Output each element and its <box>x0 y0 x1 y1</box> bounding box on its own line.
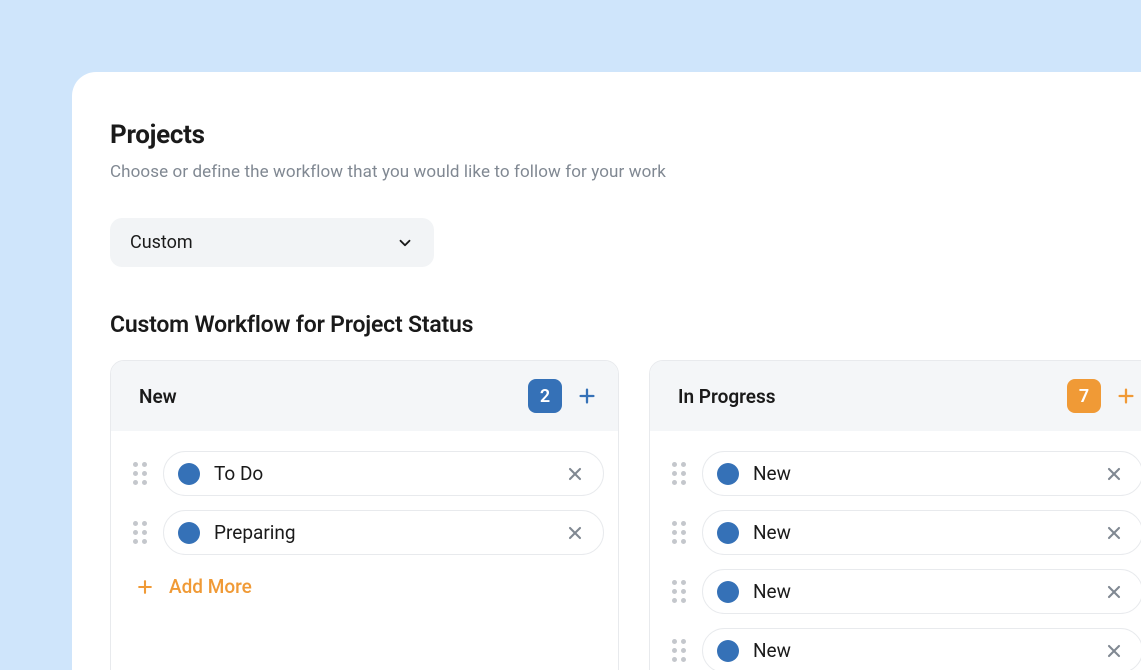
drag-handle-icon[interactable] <box>133 462 149 486</box>
chevron-down-icon <box>396 234 414 252</box>
list-item: New <box>672 510 1141 555</box>
drag-handle-icon[interactable] <box>672 639 688 663</box>
status-dot-icon <box>178 463 200 485</box>
status-dot-icon <box>717 581 739 603</box>
columns-container: New 2 <box>110 360 1141 670</box>
status-column-in-progress: In Progress 7 <box>649 360 1141 670</box>
item-pill[interactable]: New <box>702 569 1141 614</box>
item-pill[interactable]: New <box>702 510 1141 555</box>
list-item: New <box>672 569 1141 614</box>
drag-handle-icon[interactable] <box>672 521 688 545</box>
column-header-right: 2 <box>528 379 598 413</box>
item-left: New <box>717 639 791 662</box>
count-badge: 2 <box>528 379 562 413</box>
count-badge: 7 <box>1067 379 1101 413</box>
column-header: New 2 <box>111 361 618 431</box>
drag-handle-icon[interactable] <box>133 521 149 545</box>
status-dot-icon <box>717 640 739 662</box>
item-label: Preparing <box>214 521 296 544</box>
add-more-label: Add More <box>169 575 252 598</box>
item-pill[interactable]: Preparing <box>163 510 604 555</box>
item-label: New <box>753 462 791 485</box>
drag-handle-icon[interactable] <box>672 580 688 604</box>
status-dot-icon <box>717 522 739 544</box>
workflow-dropdown[interactable]: Custom <box>110 218 434 267</box>
column-body: New <box>650 431 1141 670</box>
status-column-new: New 2 <box>110 360 619 670</box>
item-label: New <box>753 580 791 603</box>
close-icon[interactable] <box>565 523 585 543</box>
close-icon[interactable] <box>1104 464 1124 484</box>
close-icon[interactable] <box>1104 641 1124 661</box>
item-left: Preparing <box>178 521 296 544</box>
add-more-button[interactable]: Add More <box>133 575 604 598</box>
list-item: New <box>672 628 1141 670</box>
column-header: In Progress 7 <box>650 361 1141 431</box>
item-left: To Do <box>178 462 263 485</box>
column-title: New <box>139 385 177 408</box>
status-dot-icon <box>717 463 739 485</box>
item-label: New <box>753 639 791 662</box>
column-body: To Do <box>111 431 618 618</box>
page-subtitle: Choose or define the workflow that you w… <box>110 162 1141 182</box>
close-icon[interactable] <box>1104 523 1124 543</box>
plus-icon[interactable] <box>576 385 598 407</box>
outer-container: Projects Choose or define the workflow t… <box>0 0 1141 670</box>
close-icon[interactable] <box>1104 582 1124 602</box>
main-card: Projects Choose or define the workflow t… <box>72 72 1141 670</box>
item-pill[interactable]: New <box>702 451 1141 496</box>
section-title: Custom Workflow for Project Status <box>110 311 1141 338</box>
drag-handle-icon[interactable] <box>672 462 688 486</box>
item-pill[interactable]: New <box>702 628 1141 670</box>
item-label: To Do <box>214 462 263 485</box>
dropdown-label: Custom <box>130 232 193 253</box>
item-left: New <box>717 521 791 544</box>
list-item: New <box>672 451 1141 496</box>
item-label: New <box>753 521 791 544</box>
list-item: To Do <box>133 451 604 496</box>
item-left: New <box>717 462 791 485</box>
close-icon[interactable] <box>565 464 585 484</box>
status-dot-icon <box>178 522 200 544</box>
page-title: Projects <box>110 120 1141 150</box>
list-item: Preparing <box>133 510 604 555</box>
item-pill[interactable]: To Do <box>163 451 604 496</box>
item-left: New <box>717 580 791 603</box>
plus-icon <box>135 577 155 597</box>
column-header-right: 7 <box>1067 379 1137 413</box>
column-title: In Progress <box>678 385 776 408</box>
plus-icon[interactable] <box>1115 385 1137 407</box>
